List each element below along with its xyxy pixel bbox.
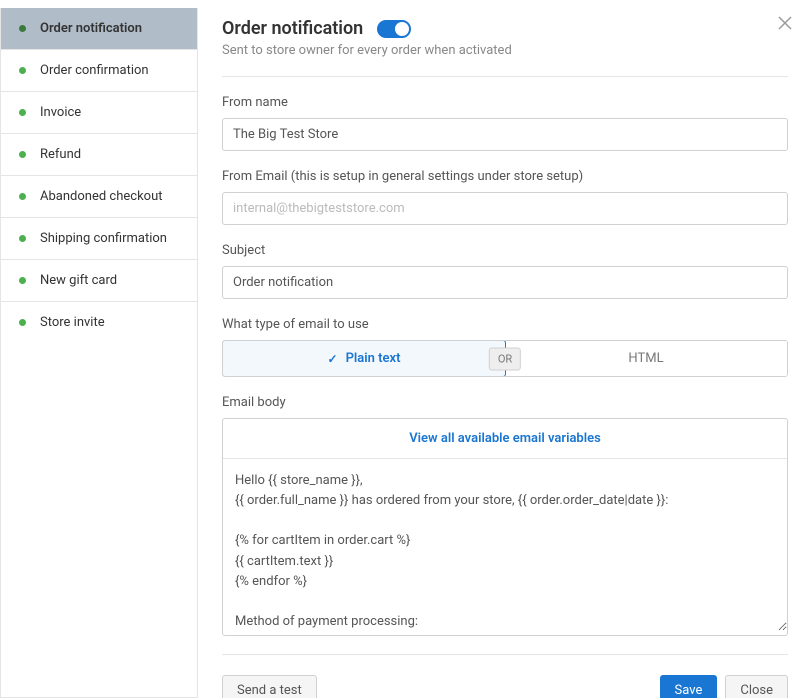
sidebar-item-label: Invoice [40, 105, 81, 120]
sidebar-item-label: Order confirmation [40, 63, 149, 78]
status-dot-icon [19, 67, 26, 74]
main-panel: Order notification Sent to store owner f… [198, 0, 812, 698]
sidebar-item-order-confirmation[interactable]: Order confirmation [1, 50, 197, 92]
from-name-input[interactable] [222, 118, 788, 151]
status-dot-icon [19, 277, 26, 284]
sidebar-item-label: Store invite [40, 315, 105, 330]
activation-toggle[interactable] [377, 20, 411, 38]
sidebar-item-label: Abandoned checkout [40, 189, 163, 204]
sidebar-item-label: Order notification [40, 21, 142, 36]
email-type-html-label: HTML [628, 351, 663, 366]
email-body-container: View all available email variables [222, 418, 788, 636]
view-variables-link[interactable]: View all available email variables [223, 419, 787, 459]
status-dot-icon [19, 193, 26, 200]
divider [222, 654, 788, 655]
sidebar-item-invoice[interactable]: Invoice [1, 92, 197, 134]
x-icon [778, 16, 792, 30]
email-type-plain-label: Plain text [346, 351, 401, 366]
or-divider: OR [489, 347, 521, 370]
sidebar: Order notification Order confirmation In… [0, 8, 198, 698]
from-name-label: From name [222, 95, 788, 110]
sidebar-item-abandoned-checkout[interactable]: Abandoned checkout [1, 176, 197, 218]
toggle-knob-icon [395, 22, 409, 36]
footer: Send a test Save Close [222, 675, 788, 698]
page-subtitle: Sent to store owner for every order when… [222, 43, 788, 58]
status-dot-icon [19, 109, 26, 116]
email-type-html-option[interactable]: HTML [505, 341, 787, 376]
status-dot-icon [19, 25, 26, 32]
page-title: Order notification [222, 18, 363, 39]
email-type-toggle: ✓ Plain text HTML OR [222, 340, 788, 377]
status-dot-icon [19, 235, 26, 242]
subject-label: Subject [222, 243, 788, 258]
close-button[interactable]: Close [725, 675, 788, 698]
from-email-label: From Email (this is setup in general set… [222, 169, 788, 184]
sidebar-item-label: Shipping confirmation [40, 231, 167, 246]
sidebar-item-order-notification[interactable]: Order notification [1, 8, 197, 50]
from-email-input [222, 192, 788, 225]
subject-input[interactable] [222, 266, 788, 299]
save-button[interactable]: Save [660, 675, 718, 698]
email-body-label: Email body [222, 395, 788, 410]
send-test-button[interactable]: Send a test [222, 675, 317, 698]
email-body-textarea[interactable] [223, 459, 787, 631]
status-dot-icon [19, 151, 26, 158]
sidebar-item-store-invite[interactable]: Store invite [1, 302, 197, 343]
sidebar-item-label: Refund [40, 147, 81, 162]
email-type-plain-option[interactable]: ✓ Plain text [222, 340, 506, 377]
divider [222, 76, 788, 77]
sidebar-item-shipping-confirmation[interactable]: Shipping confirmation [1, 218, 197, 260]
sidebar-item-new-gift-card[interactable]: New gift card [1, 260, 197, 302]
check-icon: ✓ [328, 352, 338, 366]
close-icon[interactable] [776, 14, 794, 32]
email-type-label: What type of email to use [222, 317, 788, 332]
sidebar-item-label: New gift card [40, 273, 117, 288]
sidebar-item-refund[interactable]: Refund [1, 134, 197, 176]
status-dot-icon [19, 319, 26, 326]
